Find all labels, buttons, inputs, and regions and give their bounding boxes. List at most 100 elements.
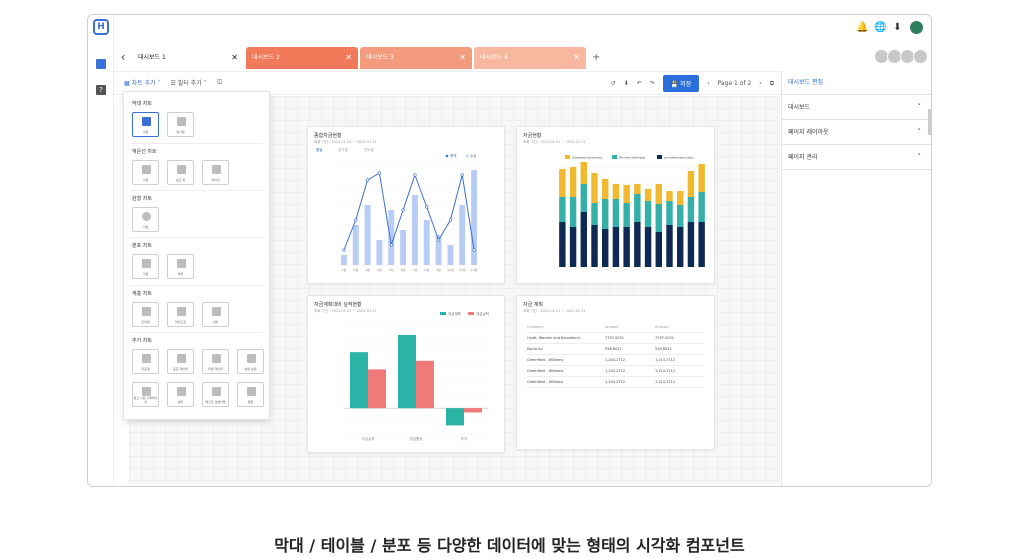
chart-type-icon — [212, 354, 221, 363]
chart-type-option[interactable]: 기본 — [132, 112, 159, 137]
back-arrow-icon[interactable]: ‹ — [114, 47, 132, 69]
stacked-bar-segment — [602, 199, 609, 229]
chart-type-label: 기본 — [142, 272, 149, 276]
share-icon[interactable]: ↺ — [611, 80, 616, 87]
chart-type-option[interactable]: 파이드김 — [167, 302, 194, 327]
bar-chart-icon[interactable] — [96, 59, 106, 69]
bar — [464, 408, 482, 413]
stacked-bar-segment — [569, 167, 577, 197]
stacked-bar-segment — [623, 185, 630, 203]
chart-type-label: 피벗 테이블 — [208, 367, 223, 371]
table-cell: 1,214.2712 — [655, 369, 676, 373]
tab-label: 대시보드 4 — [480, 54, 508, 61]
chart-type-option[interactable]: 지표형 — [132, 349, 159, 374]
user-avatar[interactable] — [910, 21, 923, 34]
card-subtitle: 조회 기간 : 2022.01.01 ~ 2022.01.31 — [523, 309, 586, 313]
layout-icon[interactable]: ◫ — [217, 78, 223, 87]
chart-type-option[interactable]: 필터 — [167, 382, 194, 407]
chart-type-icon — [177, 259, 186, 268]
stacked-bar-segment — [634, 194, 641, 222]
accordion-page-layout[interactable]: 페이지 레이아웃 ˅ — [782, 120, 931, 145]
next-page-icon[interactable]: › — [759, 80, 761, 87]
chart-type-option[interactable]: 텍스트 설명라벨 — [202, 382, 229, 407]
chart-type-label: 파이드김 — [174, 320, 187, 324]
chart-type-label: 기본 — [142, 130, 149, 134]
accordion-page-management[interactable]: 페이지 관리 ˅ — [782, 145, 931, 170]
app-window: H ? 🔔 🌐 ⬇ ‹ 대시보드 1 ✕ 대시보드 2 ✕ 대시보드 3 ✕ 대시보드… — [87, 14, 932, 487]
tab-dashboard-2[interactable]: 대시보드 2 ✕ — [246, 47, 358, 69]
x-tick-label: 6월 — [401, 267, 406, 272]
chart-type-option[interactable]: 날짜 보험 — [237, 349, 264, 374]
tab-dashboard-1[interactable]: 대시보드 1 ✕ — [132, 47, 244, 69]
chart-type-option[interactable]: 기본 — [132, 160, 159, 185]
legend-total: 총액 — [450, 153, 456, 158]
data-point — [472, 248, 476, 252]
dashboard-tabs: ‹ 대시보드 1 ✕ 대시보드 2 ✕ 대시보드 3 ✕ 대시보드 4 ✕ + — [114, 47, 600, 69]
chart-type-option[interactable]: 열고 시험 시뮬레이션 — [132, 382, 159, 407]
table-row[interactable]: Hyatt, Wonder and Bauchbuch 7797.2031 7797… — [527, 333, 705, 344]
stacked-bar-segment — [612, 199, 620, 227]
stacked-bar-segment — [655, 204, 662, 232]
stacked-bar-segment — [623, 227, 630, 267]
chart-card-fund-status[interactable]: 종합자금현황 조회 기간 : 2022.01.01 ~ 2022.01.31 월… — [307, 126, 505, 284]
chart-type-label: 필터 — [177, 400, 184, 404]
chart-type-option[interactable]: 일사량 — [167, 112, 194, 137]
chart-type-option[interactable]: 선버 — [202, 302, 229, 327]
tab-dashboard-4[interactable]: 대시보드 4 ✕ — [474, 47, 586, 69]
globe-icon[interactable]: 🌐 — [874, 22, 886, 33]
save-button[interactable]: 💾 저장 — [662, 75, 700, 92]
table-card-fund-plan[interactable]: 자금 계획 조회 기간 : 2022.01.01 ~ 2022.01.31 Co… — [516, 295, 715, 450]
chart-type-option[interactable]: 버블 — [167, 254, 194, 279]
chart-type-option[interactable]: 보조 축 — [167, 160, 194, 185]
chart-type-option[interactable]: 결합 — [237, 382, 264, 407]
chart-type-icon — [142, 212, 151, 221]
chart-type-option[interactable]: 트리맵 — [132, 302, 159, 327]
table-row[interactable]: Greenfield - Williams 1,204.2712 1,214.271… — [527, 355, 705, 366]
chart-type-label: 열고 시험 시뮬레이션 — [133, 396, 158, 404]
app-logo[interactable]: H — [93, 19, 109, 35]
chart-type-label: 결합 — [247, 400, 254, 404]
tab-dashboard-3[interactable]: 대시보드 3 ✕ — [360, 47, 472, 69]
table-cell: 7797.2031 — [655, 336, 674, 340]
add-chart-button[interactable]: ▦ 차트 추가 ˅ — [124, 78, 161, 87]
chart-type-option[interactable]: 기본 — [132, 207, 159, 232]
help-icon[interactable]: ? — [96, 85, 106, 95]
x-tick-label: 9월 — [436, 267, 441, 272]
download-icon[interactable]: ⬇ — [624, 80, 629, 87]
chart-type-icon — [177, 307, 186, 316]
add-tab-button[interactable]: + — [588, 47, 600, 69]
stacked-bar-segment — [644, 189, 652, 201]
copy-icon[interactable]: ⧉ — [770, 80, 774, 88]
download-icon[interactable]: ⬇ — [892, 22, 903, 33]
undo-icon[interactable]: ↶ — [637, 80, 642, 87]
close-icon[interactable]: ✕ — [345, 47, 352, 69]
top-right-icons: 🔔 🌐 ⬇ — [856, 21, 923, 34]
chart-card-plan-vs-actual[interactable]: 자금계획대비 실적현황 조회 기간 : 2022.01.01 ~ 2022.01… — [307, 295, 505, 453]
chart-type-option[interactable]: 기본 — [132, 254, 159, 279]
table-row[interactable]: Greenfield - Williams 1,204.2712 1,214.271… — [527, 366, 705, 377]
avatar[interactable] — [913, 49, 928, 64]
chart-type-option[interactable]: 피벗 테이블 — [202, 349, 229, 374]
chart-type-label: 버블 — [177, 272, 184, 276]
chart-type-option[interactable]: 레이더 — [202, 160, 229, 185]
table-row[interactable]: Greenfield - Williams 1,204.2712 1,214.271… — [527, 377, 705, 388]
x-tick-label: 7월 — [413, 267, 418, 272]
close-icon[interactable]: ✕ — [231, 47, 238, 69]
close-icon[interactable]: ✕ — [459, 47, 466, 69]
bell-icon[interactable]: 🔔 — [856, 22, 868, 33]
table-cell: Kipha Inc — [527, 347, 544, 351]
scrollbar[interactable] — [928, 109, 931, 135]
accordion-label: 대시보드 — [788, 104, 811, 111]
accordion-dashboard[interactable]: 대시보드 ˅ — [782, 95, 931, 120]
tab-label: 대시보드 1 — [138, 54, 166, 61]
x-tick-label: 자금실적 — [362, 436, 375, 441]
add-filter-button[interactable]: ☰ 필터 추가 ˅ — [171, 78, 207, 87]
redo-icon[interactable]: ↷ — [650, 80, 655, 87]
chart-type-option[interactable]: 표준 테이블 — [167, 349, 194, 374]
divider — [130, 143, 263, 144]
column-header: Company — [527, 325, 544, 329]
prev-page-icon[interactable]: ‹ — [707, 80, 709, 87]
table-row[interactable]: Kipha Inc 556,8021 556,8021 — [527, 344, 705, 355]
chart-card-fund-breakdown[interactable]: 자금현황 조회 기간 : 2022.01.01 ~ 2022.01.31 Gla… — [516, 126, 715, 284]
close-icon[interactable]: ✕ — [573, 47, 580, 69]
